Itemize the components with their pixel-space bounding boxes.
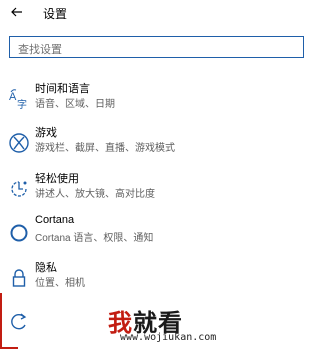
settings-item-cortana[interactable]: Cortana Cortana 语言、权限、通知 [0,214,316,260]
highlight-bracket-bottom [0,347,18,349]
settings-item-privacy[interactable]: 隐私 位置、相机 [0,259,316,305]
search-input[interactable]: 查找设置 [9,36,304,58]
title-bar: 设置 [0,0,316,26]
highlight-bracket [0,293,2,349]
item-name: 时间和语言 [35,83,90,95]
item-name: 轻松使用 [35,173,79,185]
watermark: 我就看 www.wojiukan.com [108,303,308,353]
item-description: 讲述人、放大镜、高对比度 [35,189,155,200]
item-name: 隐私 [35,262,57,274]
settings-item-time-language[interactable]: A 字 时间和语言 语音、区域、日期 [0,80,316,126]
watermark-url: www.wojiukan.com [120,332,217,343]
item-name: 游戏 [35,127,57,139]
time-language-icon: A 字 [9,89,27,110]
item-description: Cortana 语言、权限、通知 [35,233,154,244]
settings-item-ease-of-access[interactable]: 轻松使用 讲述人、放大镜、高对比度 [0,170,316,216]
item-description: 游戏栏、截屏、直播、游戏模式 [35,143,175,154]
xbox-gaming-icon [9,133,29,153]
svg-text:A: A [9,91,17,103]
back-arrow-icon[interactable] [9,4,25,20]
svg-text:字: 字 [17,98,27,110]
item-description: 位置、相机 [35,278,85,289]
cortana-circle-icon [10,224,28,242]
privacy-lock-icon [12,269,26,287]
page-title: 设置 [43,7,68,21]
settings-item-gaming[interactable]: 游戏 游戏栏、截屏、直播、游戏模式 [0,124,316,170]
item-name: Cortana [35,214,75,226]
search-placeholder: 查找设置 [18,44,62,56]
item-description: 语音、区域、日期 [35,99,115,110]
ease-of-access-icon [11,181,27,197]
update-sync-icon [11,313,27,330]
